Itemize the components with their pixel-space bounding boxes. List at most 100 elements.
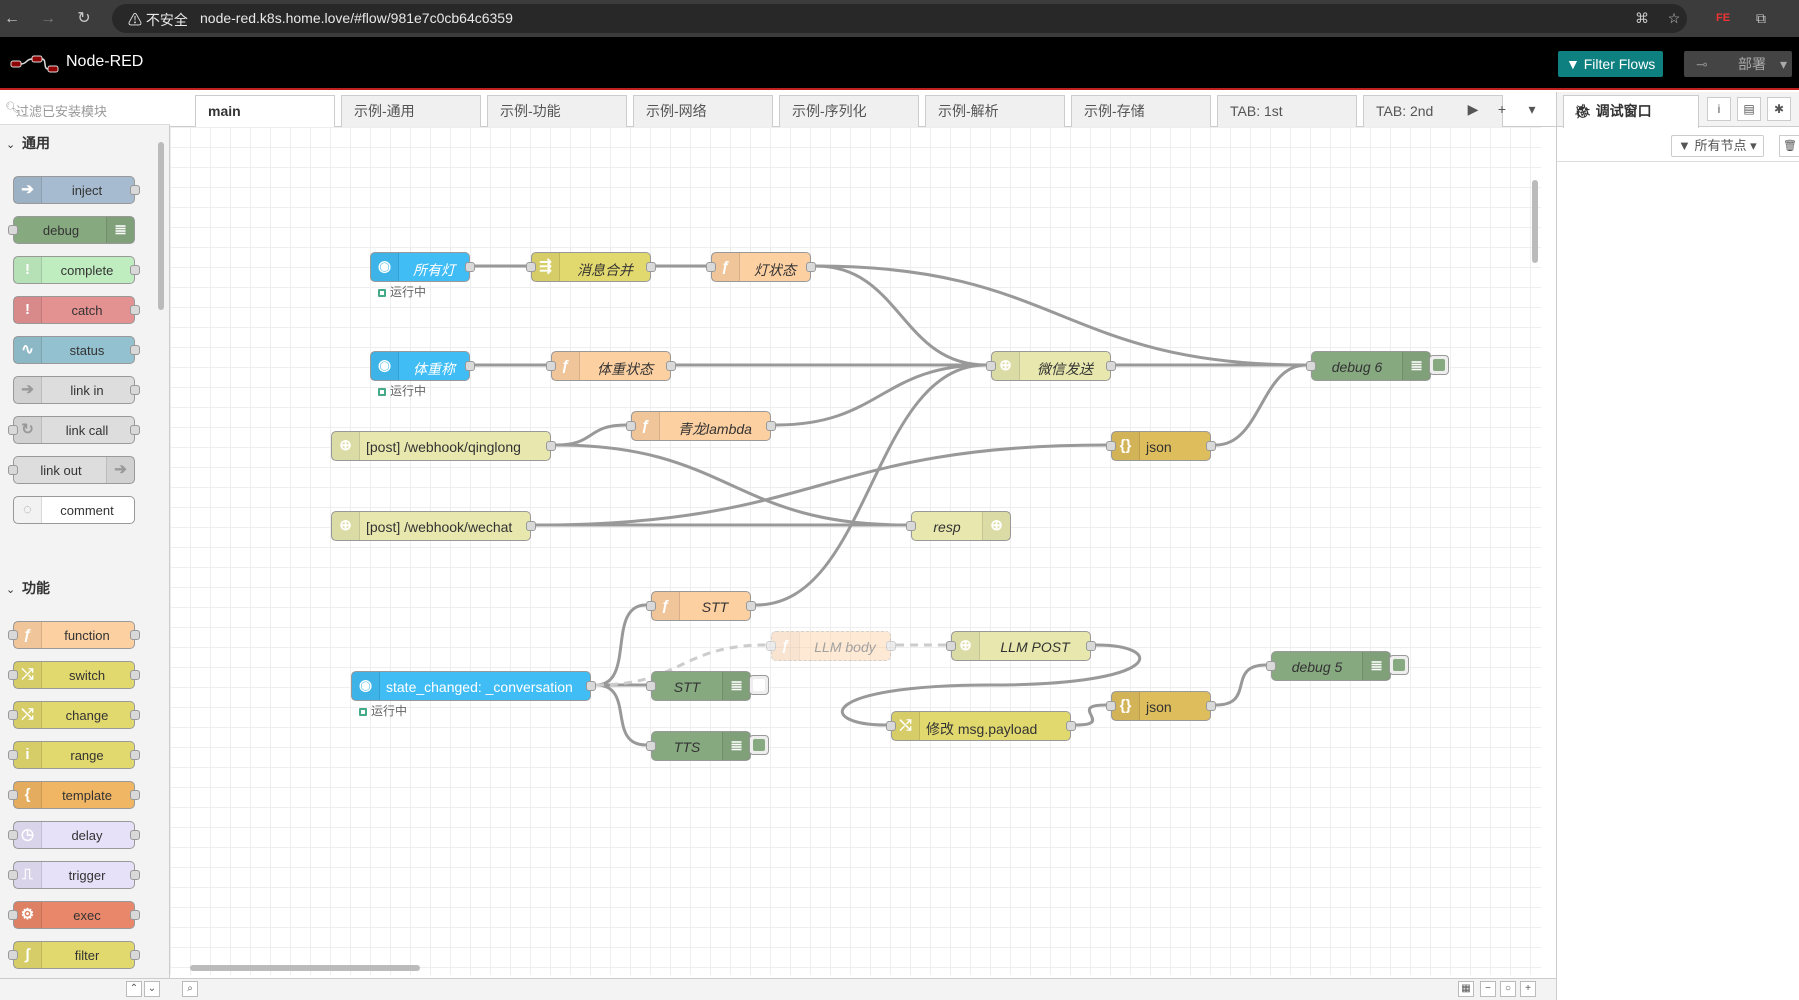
address-bar[interactable]: ⚠ 不安全 node-red.k8s.home.love/#flow/981e7… <box>112 4 1687 33</box>
translate-icon[interactable]: ⌘ <box>1632 8 1652 28</box>
deploy-caret-icon[interactable]: ▾ <box>1780 51 1787 77</box>
flow-workspace[interactable]: ◉ 所有灯 运行中 ⇶ 消息合并 ƒ 灯状态 ◉ 体重称 运行中 ƒ 体重状态 ƒ 青龙lambda ⊕ 微信… <box>170 127 1541 975</box>
tab-scroll-right-icon[interactable]: ▶ <box>1463 99 1483 119</box>
palette-node-catch[interactable]: ! catch <box>13 296 140 324</box>
wire-n_change-to-n_json2[interactable] <box>1075 703 1107 727</box>
tab-menu-icon[interactable]: ▾ <box>1522 99 1542 119</box>
deploy-button[interactable]: ⊸ 部署 ▾ <box>1684 51 1792 77</box>
flow-node-http-in[interactable]: ⊕ [post] /webhook/qinglong <box>331 431 556 461</box>
palette-node-change[interactable]: ⤭ change <box>8 701 140 729</box>
flow-node-http-request[interactable]: ⊕ LLM POST <box>946 631 1096 661</box>
palette-node-trigger[interactable]: ⎍ trigger <box>8 861 140 889</box>
output-port[interactable] <box>806 262 816 272</box>
palette-node-inject[interactable]: ➔ inject <box>13 176 140 204</box>
input-port[interactable] <box>766 641 776 651</box>
palette-node-debug[interactable]: ≣ debug <box>8 216 135 244</box>
palette-scrollbar[interactable] <box>157 130 165 930</box>
output-port[interactable] <box>1206 701 1216 711</box>
input-port[interactable] <box>1106 441 1116 451</box>
add-tab-icon[interactable]: + <box>1492 99 1512 119</box>
output-port[interactable] <box>465 262 475 272</box>
extensions-puzzle-icon[interactable]: ⧉ <box>1751 8 1771 28</box>
input-port[interactable] <box>886 721 896 731</box>
palette-node-comment[interactable]: ◌ comment <box>13 496 135 524</box>
navigator-icon[interactable]: ▦ <box>1458 981 1474 997</box>
input-port[interactable] <box>646 601 656 611</box>
flow-node-http-response[interactable]: ⊕ resp <box>906 511 1011 541</box>
tab-1[interactable]: 示例-通用 <box>341 95 481 127</box>
palette-node-range[interactable]: i range <box>8 741 140 769</box>
flow-node-json[interactable]: {} json <box>1106 691 1216 721</box>
tab-2[interactable]: 示例-功能 <box>487 95 627 127</box>
flow-node-debug[interactable]: ≣ debug 6 <box>1306 351 1431 381</box>
flow-node-debug[interactable]: ≣ debug 5 <box>1266 651 1391 681</box>
palette-node-template[interactable]: {template <box>8 781 140 809</box>
output-port[interactable] <box>1066 721 1076 731</box>
input-port[interactable] <box>1266 661 1276 671</box>
output-port[interactable] <box>586 681 596 691</box>
palette-node-filter[interactable]: ∫ filter <box>8 941 140 969</box>
flow-node-json[interactable]: {} json <box>1106 431 1216 461</box>
output-port[interactable] <box>465 361 475 371</box>
flow-node-function[interactable]: ƒ 灯状态 <box>706 252 816 282</box>
output-port[interactable] <box>1086 641 1096 651</box>
input-port[interactable] <box>526 262 536 272</box>
tab-debug[interactable]: 🐞︎ 调试窗口 <box>1563 95 1699 128</box>
debug-bug-icon[interactable]: ✱ <box>1767 97 1791 121</box>
flow-node-debug[interactable]: ≣ STT <box>646 671 751 701</box>
tab-3[interactable]: 示例-网络 <box>633 95 773 127</box>
tab-0[interactable]: main <box>195 95 335 128</box>
palette-category-1[interactable]: ⌄ 功能 <box>0 571 155 605</box>
url-text[interactable]: node-red.k8s.home.love/#flow/981e7c0cb64… <box>200 10 513 26</box>
wire-n_json1-to-n_debug6[interactable] <box>1215 363 1307 447</box>
flow-node-ha-event[interactable]: ◉ state_changed: _conversation <box>351 671 596 701</box>
tab-7[interactable]: TAB: 1st <box>1217 95 1357 127</box>
input-port[interactable] <box>1306 361 1316 371</box>
palette-node-exec[interactable]: ⚙ exec <box>8 901 140 929</box>
input-port[interactable] <box>906 521 916 531</box>
forward-icon[interactable]: → <box>38 9 58 29</box>
flow-node-function[interactable]: ƒ STT <box>646 591 756 621</box>
extension-fe-icon[interactable]: FE <box>1713 8 1733 28</box>
flow-node-change[interactable]: ⤭ 修改 msg.payload <box>886 711 1076 741</box>
input-port[interactable] <box>546 361 556 371</box>
palette-node-switch[interactable]: ⤮ switch <box>8 661 140 689</box>
palette-node-function[interactable]: ƒ function <box>8 621 140 649</box>
palette-node-link-out[interactable]: ➔ link out <box>8 456 135 484</box>
output-port[interactable] <box>1106 361 1116 371</box>
palette-node-link-call[interactable]: ↻ link call <box>8 416 140 444</box>
input-port[interactable] <box>646 741 656 751</box>
flow-node-http-in[interactable]: ⊕ [post] /webhook/wechat <box>331 511 536 541</box>
flow-node-debug[interactable]: ≣ TTS <box>646 731 751 761</box>
bookmark-star-icon[interactable]: ☆ <box>1664 8 1684 28</box>
back-icon[interactable]: ← <box>2 9 22 29</box>
reload-icon[interactable]: ↻ <box>74 9 94 29</box>
wire-n_conv-to-n_tts_dbg[interactable] <box>595 683 647 747</box>
help-book-icon[interactable]: ▤ <box>1737 97 1761 121</box>
input-port[interactable] <box>646 681 656 691</box>
debug-toggle-button[interactable] <box>1429 355 1449 375</box>
input-port[interactable] <box>946 641 956 651</box>
tab-4[interactable]: 示例-序列化 <box>779 95 919 127</box>
workspace-search-icon[interactable]: ⌕ <box>182 981 198 997</box>
info-icon[interactable]: i <box>1707 97 1731 121</box>
output-port[interactable] <box>746 601 756 611</box>
debug-toggle-button[interactable] <box>749 735 769 755</box>
tab-6[interactable]: 示例-存储 <box>1071 95 1211 127</box>
zoom-out-icon[interactable]: − <box>1480 981 1496 997</box>
wire-n_conv-to-n_stt_fn[interactable] <box>595 603 647 687</box>
wire-n_post_ql-to-n_qlambda[interactable] <box>555 423 627 447</box>
input-port[interactable] <box>626 421 636 431</box>
security-indicator[interactable]: ⚠ 不安全 <box>128 10 188 30</box>
zoom-in-icon[interactable]: + <box>1520 981 1536 997</box>
output-port[interactable] <box>646 262 656 272</box>
wire-n_qlambda-to-n_wechat_send[interactable] <box>775 363 987 427</box>
debug-filter-dropdown[interactable]: ▼ 所有节点 ▾ <box>1671 135 1764 157</box>
output-port[interactable] <box>666 361 676 371</box>
workspace-horizontal-scrollbar[interactable] <box>175 962 1530 974</box>
clear-trash-icon[interactable]: 🗑︎ <box>1779 135 1799 157</box>
palette-node-delay[interactable]: ◷ delay <box>8 821 140 849</box>
output-port[interactable] <box>886 641 896 651</box>
flow-node-join[interactable]: ⇶ 消息合并 <box>526 252 656 282</box>
workspace-vertical-scrollbar[interactable] <box>1530 130 1540 958</box>
